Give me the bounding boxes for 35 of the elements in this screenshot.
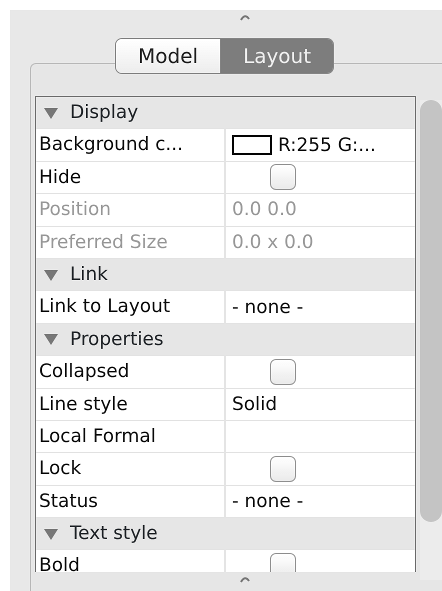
section-header[interactable]: Properties [36,324,415,356]
section-title: Text style [70,522,158,546]
section-header[interactable]: Display [36,97,415,130]
property-value: 0.0 x 0.0 [232,230,314,255]
disclosure-triangle-icon[interactable] [44,268,58,281]
resize-grip-icon[interactable] [240,13,250,21]
property-value: Solid [232,392,278,417]
checkbox[interactable] [270,164,296,190]
section-title: Properties [70,328,164,352]
segment-tab[interactable]: Model [116,39,222,73]
checkbox[interactable] [270,358,296,385]
property-value: R:255 G:... [278,134,376,158]
property-label: Lock [36,453,226,485]
checkbox[interactable] [270,456,296,482]
section-header[interactable]: Text style [36,518,415,550]
checkbox[interactable] [270,553,296,572]
segment-tab[interactable]: Layout [221,39,334,73]
color-swatch[interactable] [232,135,272,156]
disclosure-triangle-icon[interactable] [44,106,58,119]
property-label: Collapsed [36,356,226,388]
disclosure-triangle-icon[interactable] [44,333,58,346]
resize-grip-icon[interactable] [240,575,250,583]
section-title: Display [70,101,138,126]
property-label: Line style [36,388,226,420]
property-value: 0.0 0.0 [232,198,297,222]
property-label: Hide [36,162,226,194]
property-label: Local Formal [36,420,226,452]
property-value: - none - [232,490,304,514]
section-title: Link [70,263,108,288]
disclosure-triangle-icon[interactable] [44,528,58,540]
property-label: Position [36,194,226,226]
property-label: Background c... [36,129,226,161]
property-label: Bold [36,550,226,572]
section-header[interactable]: Link [36,258,415,292]
property-value: - none - [232,296,304,320]
